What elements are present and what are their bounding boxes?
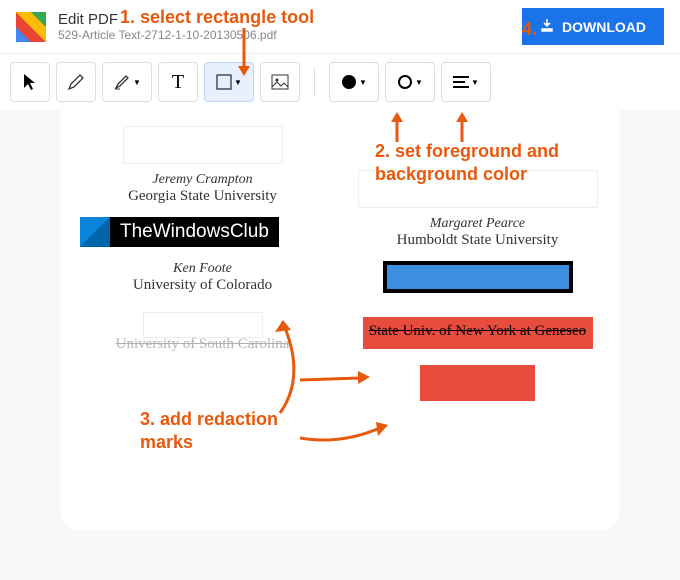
partial-text: University of South Carolina bbox=[80, 336, 325, 353]
author-name: Ken Foote bbox=[80, 261, 325, 277]
chevron-down-icon: ▼ bbox=[133, 78, 141, 87]
redaction-red[interactable] bbox=[420, 365, 535, 401]
document-page[interactable]: Jeremy Crampton Georgia State University… bbox=[60, 110, 620, 530]
chevron-down-icon: ▼ bbox=[471, 78, 479, 87]
app-logo bbox=[16, 12, 46, 42]
align-tool[interactable]: ▼ bbox=[441, 62, 491, 102]
redaction-white[interactable] bbox=[358, 170, 598, 208]
right-column: Margaret Pearce Humboldt State Universit… bbox=[355, 120, 600, 407]
app-header: Edit PDF 529-Article Text-2712-1-10-2013… bbox=[0, 0, 680, 53]
author-uni: Georgia State University bbox=[80, 188, 325, 205]
struck-text: State Univ. of New York at Geneseo bbox=[355, 323, 600, 340]
toolbar-divider bbox=[314, 67, 315, 97]
chevron-down-icon: ▼ bbox=[415, 78, 423, 87]
page-area: Jeremy Crampton Georgia State University… bbox=[0, 110, 680, 530]
redaction-white[interactable] bbox=[123, 126, 283, 164]
author-uni: Humboldt State University bbox=[355, 232, 600, 249]
fill-color-tool[interactable]: ▼ bbox=[329, 62, 379, 102]
twc-badge: TheWindowsClub bbox=[80, 217, 325, 247]
text-tool[interactable]: T bbox=[158, 62, 198, 102]
cursor-tool[interactable] bbox=[10, 62, 50, 102]
pencil-tool[interactable] bbox=[56, 62, 96, 102]
toolbar: ▼ T ▼ ▼ ▼ ▼ bbox=[0, 53, 680, 110]
chevron-down-icon: ▼ bbox=[359, 78, 367, 87]
download-label: DOWNLOAD bbox=[562, 19, 646, 35]
download-button[interactable]: DOWNLOAD bbox=[522, 8, 664, 45]
filename: 529-Article Text-2712-1-10-20130506.pdf bbox=[58, 28, 522, 42]
twc-text: TheWindowsClub bbox=[110, 217, 279, 247]
highlighter-tool[interactable]: ▼ bbox=[102, 62, 152, 102]
author-uni: University of Colorado bbox=[80, 277, 325, 294]
twc-icon bbox=[80, 217, 110, 247]
download-icon bbox=[540, 18, 554, 35]
author-name: Margaret Pearce bbox=[355, 216, 600, 232]
chevron-down-icon: ▼ bbox=[234, 78, 242, 87]
image-tool[interactable] bbox=[260, 62, 300, 102]
author-name: Jeremy Crampton bbox=[80, 172, 325, 188]
redaction-white[interactable] bbox=[143, 312, 263, 338]
redaction-blue[interactable] bbox=[383, 261, 573, 293]
rectangle-tool[interactable]: ▼ bbox=[204, 62, 254, 102]
page-title: Edit PDF bbox=[58, 11, 522, 28]
header-text: Edit PDF 529-Article Text-2712-1-10-2013… bbox=[58, 11, 522, 42]
left-column: Jeremy Crampton Georgia State University… bbox=[80, 120, 325, 407]
stroke-color-tool[interactable]: ▼ bbox=[385, 62, 435, 102]
